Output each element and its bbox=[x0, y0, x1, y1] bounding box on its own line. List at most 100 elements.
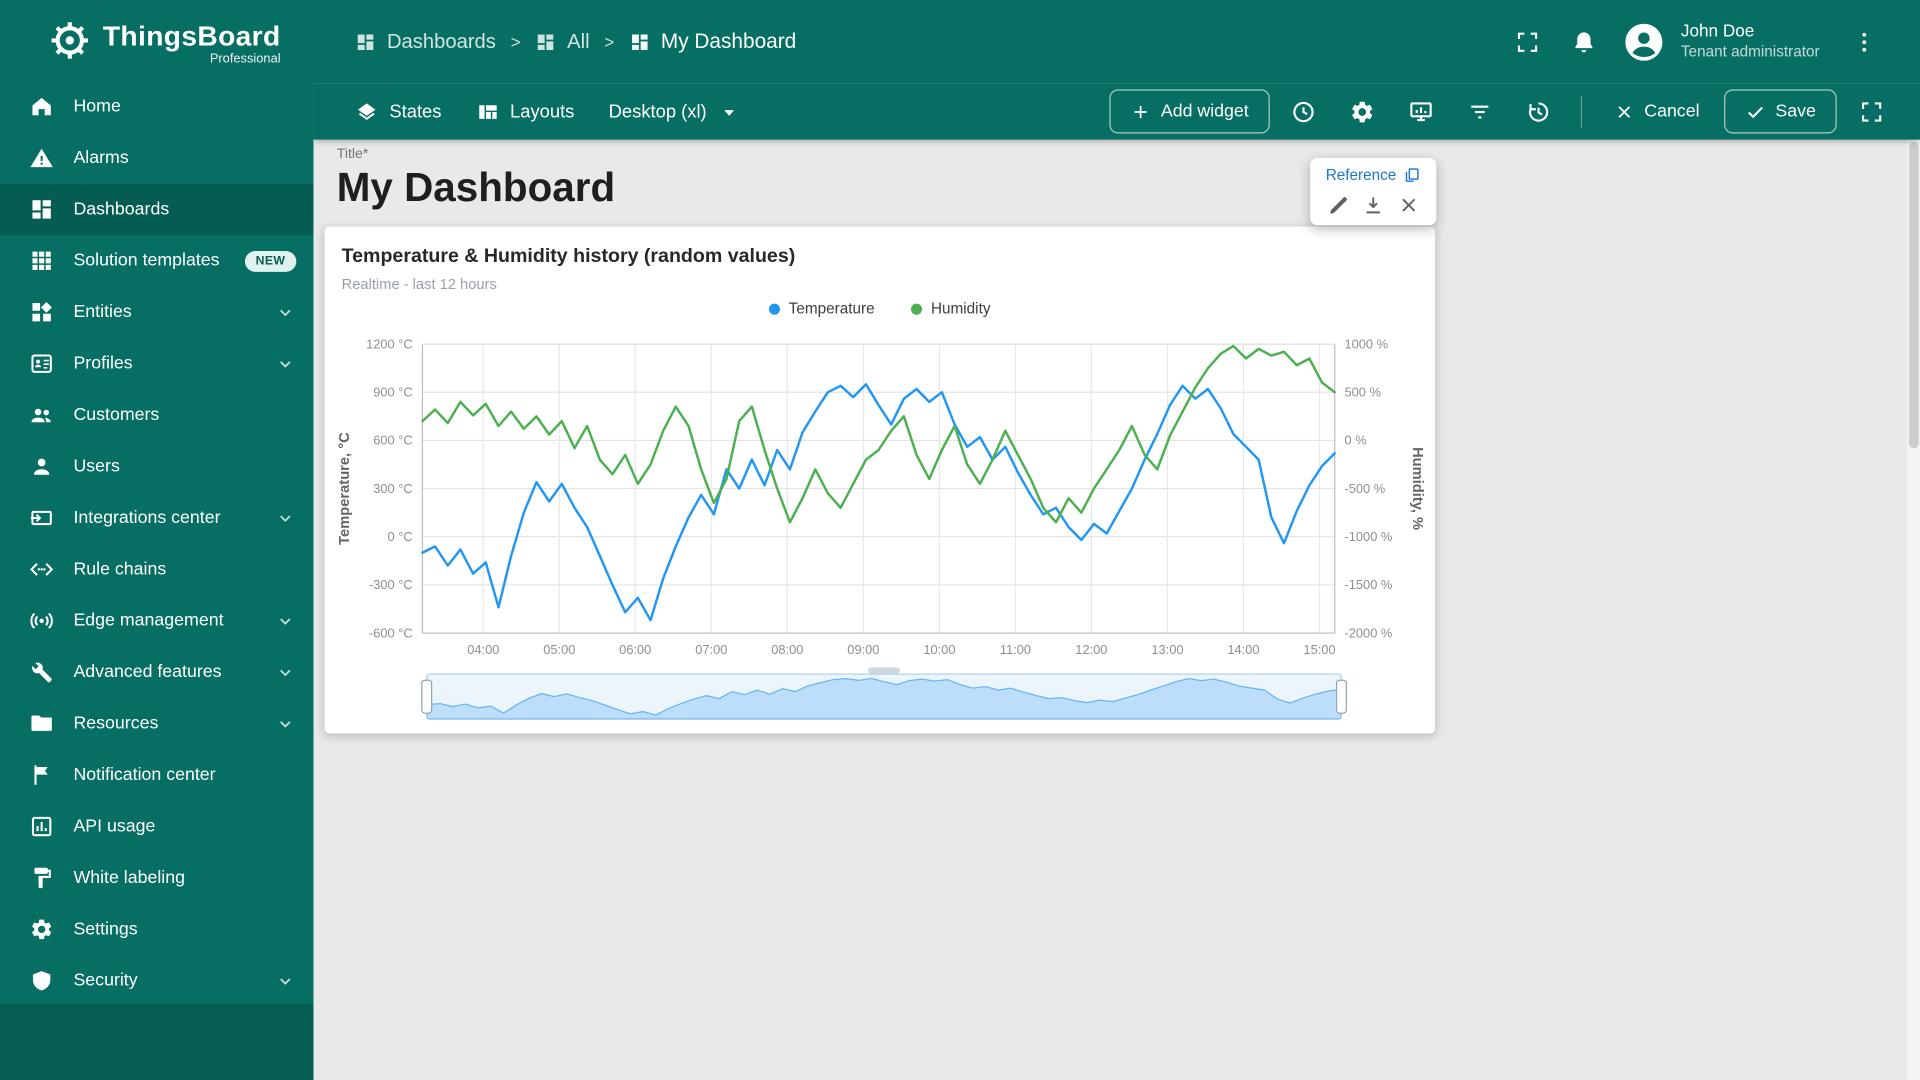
time-range-brush[interactable] bbox=[421, 667, 1347, 720]
flag-icon bbox=[29, 763, 53, 787]
toolbar-right: Add widget Cancel Save bbox=[1109, 87, 1920, 136]
time-window-button[interactable] bbox=[1279, 87, 1328, 136]
svg-text:13:00: 13:00 bbox=[1151, 642, 1183, 657]
toolbar-fullscreen-button[interactable] bbox=[1847, 87, 1896, 136]
states-button[interactable]: States bbox=[355, 100, 441, 123]
sidebar-item-white-labeling[interactable]: White labeling bbox=[0, 852, 313, 903]
wrench-icon bbox=[29, 660, 53, 684]
sidebar-footer bbox=[0, 1004, 314, 1080]
sidebar-item-solution-templates[interactable]: Solution templates NEW bbox=[0, 235, 313, 286]
cancel-button[interactable]: Cancel bbox=[1599, 89, 1714, 133]
close-icon bbox=[1401, 197, 1415, 211]
svg-text:300 °C: 300 °C bbox=[373, 481, 412, 496]
scrollbar[interactable] bbox=[1907, 139, 1920, 1080]
legend-item-temperature[interactable]: Temperature bbox=[769, 300, 875, 317]
version-history-button[interactable] bbox=[1514, 87, 1563, 136]
sidebar-item-edge-management[interactable]: Edge management bbox=[0, 595, 313, 646]
layouts-button[interactable]: Layouts bbox=[476, 100, 574, 123]
top-bar: Dashboards > All > My Dashboard John Doe… bbox=[313, 0, 1920, 84]
widget-reference-button[interactable]: Reference bbox=[1320, 167, 1427, 184]
brush-left-handle[interactable] bbox=[421, 679, 433, 714]
thingsboard-logo[interactable]: ThingsBoard Professional bbox=[0, 0, 313, 81]
wifi-tethering-icon bbox=[29, 609, 53, 633]
brush-right-handle[interactable] bbox=[1335, 679, 1347, 714]
user-role: Tenant administrator bbox=[1680, 42, 1820, 60]
sidebar-item-security[interactable]: Security bbox=[0, 955, 313, 1006]
widgets-icon bbox=[29, 300, 53, 324]
svg-text:06:00: 06:00 bbox=[619, 642, 651, 657]
breadcrumb-my-dashboard[interactable]: My Dashboard bbox=[629, 29, 796, 53]
sidebar-item-home[interactable]: Home bbox=[0, 81, 313, 132]
svg-text:0 °C: 0 °C bbox=[388, 529, 413, 544]
dashboards-grid-icon bbox=[537, 33, 554, 50]
svg-text:1000 %: 1000 % bbox=[1344, 336, 1388, 351]
legend-label: Temperature bbox=[788, 300, 875, 318]
svg-text:-1000 %: -1000 % bbox=[1344, 529, 1392, 544]
more-menu-button[interactable] bbox=[1839, 17, 1888, 66]
brush-drag-handle[interactable] bbox=[868, 667, 900, 674]
thingsboard-gear-icon bbox=[49, 19, 91, 67]
sidebar-item-label: Customers bbox=[73, 405, 160, 425]
user-name: John Doe bbox=[1680, 21, 1755, 41]
timeseries-widget[interactable]: Temperature & Humidity history (random v… bbox=[324, 226, 1436, 734]
badge-icon bbox=[29, 351, 53, 375]
svg-text:500 %: 500 % bbox=[1344, 384, 1380, 399]
entity-aliases-button[interactable] bbox=[1397, 87, 1446, 136]
sidebar-item-notification-center[interactable]: Notification center bbox=[0, 749, 313, 800]
layout-select[interactable]: Desktop (xl) bbox=[609, 100, 741, 123]
sidebar-item-rule-chains[interactable]: Rule chains bbox=[0, 544, 313, 595]
fullscreen-button[interactable] bbox=[1503, 17, 1552, 66]
sidebar-item-label: Profiles bbox=[73, 353, 133, 374]
history-icon bbox=[1529, 101, 1549, 122]
svg-text:11:00: 11:00 bbox=[1000, 642, 1031, 657]
save-button[interactable]: Save bbox=[1724, 89, 1837, 134]
sidebar-item-integrations-center[interactable]: Integrations center bbox=[0, 492, 313, 543]
remove-widget-button[interactable] bbox=[1395, 191, 1422, 218]
breadcrumb-dashboards[interactable]: Dashboards bbox=[355, 30, 496, 53]
svg-text:10:00: 10:00 bbox=[923, 642, 955, 657]
add-widget-button[interactable]: Add widget bbox=[1109, 89, 1270, 134]
svg-text:07:00: 07:00 bbox=[695, 642, 727, 657]
line-chart[interactable]: 1200 °C 1000 % 900 °C 500 % 600 °C 0 % 300 °C -… bbox=[324, 332, 1435, 660]
sidebar-item-entities[interactable]: Entities bbox=[0, 287, 313, 338]
svg-text:600 °C: 600 °C bbox=[373, 433, 412, 448]
sidebar-item-profiles[interactable]: Profiles bbox=[0, 338, 313, 389]
ethernet-brackets-icon bbox=[29, 557, 54, 581]
dashboard-title-input[interactable] bbox=[336, 161, 1096, 211]
sidebar-item-dashboards[interactable]: Dashboards bbox=[0, 183, 314, 236]
input-icon bbox=[29, 506, 53, 530]
filters-button[interactable] bbox=[1456, 87, 1505, 136]
sidebar-item-settings[interactable]: Settings bbox=[0, 904, 313, 955]
legend-item-humidity[interactable]: Humidity bbox=[911, 300, 990, 317]
view-columns-icon bbox=[478, 104, 497, 119]
layout-selected-value: Desktop (xl) bbox=[608, 101, 707, 122]
avatar[interactable] bbox=[1623, 21, 1663, 61]
breadcrumb-label: My Dashboard bbox=[660, 29, 797, 53]
widget-action-panel: Reference bbox=[1310, 157, 1437, 226]
breadcrumb: Dashboards > All > My Dashboard bbox=[355, 29, 796, 53]
plus-icon bbox=[1134, 105, 1147, 118]
sidebar-item-label: Rule chains bbox=[73, 559, 167, 580]
fullscreen-icon bbox=[1518, 31, 1538, 52]
chevron-down-icon bbox=[274, 970, 296, 992]
breadcrumb-label: All bbox=[567, 30, 590, 53]
dashboard-settings-button[interactable] bbox=[1338, 87, 1387, 136]
sidebar-item-alarms[interactable]: Alarms bbox=[0, 132, 313, 183]
svg-text:09:00: 09:00 bbox=[847, 642, 879, 657]
save-label: Save bbox=[1775, 101, 1816, 122]
account-circle-icon bbox=[1625, 23, 1663, 61]
sidebar-item-advanced-features[interactable]: Advanced features bbox=[0, 647, 313, 698]
sidebar-item-customers[interactable]: Customers bbox=[0, 389, 313, 440]
sidebar-item-users[interactable]: Users bbox=[0, 441, 313, 492]
title-field-label: Title* bbox=[336, 146, 369, 162]
sidebar-item-api-usage[interactable]: API usage bbox=[0, 801, 313, 852]
scrollbar-thumb[interactable] bbox=[1908, 142, 1919, 449]
notifications-button[interactable] bbox=[1560, 17, 1609, 66]
sidebar-item-label: Entities bbox=[73, 302, 132, 323]
sidebar-item-resources[interactable]: Resources bbox=[0, 698, 313, 749]
app-edition: Professional bbox=[209, 50, 281, 66]
edit-widget-button[interactable] bbox=[1325, 191, 1352, 218]
check-icon bbox=[1747, 106, 1763, 118]
breadcrumb-all[interactable]: All bbox=[535, 30, 590, 53]
export-widget-button[interactable] bbox=[1360, 191, 1387, 218]
